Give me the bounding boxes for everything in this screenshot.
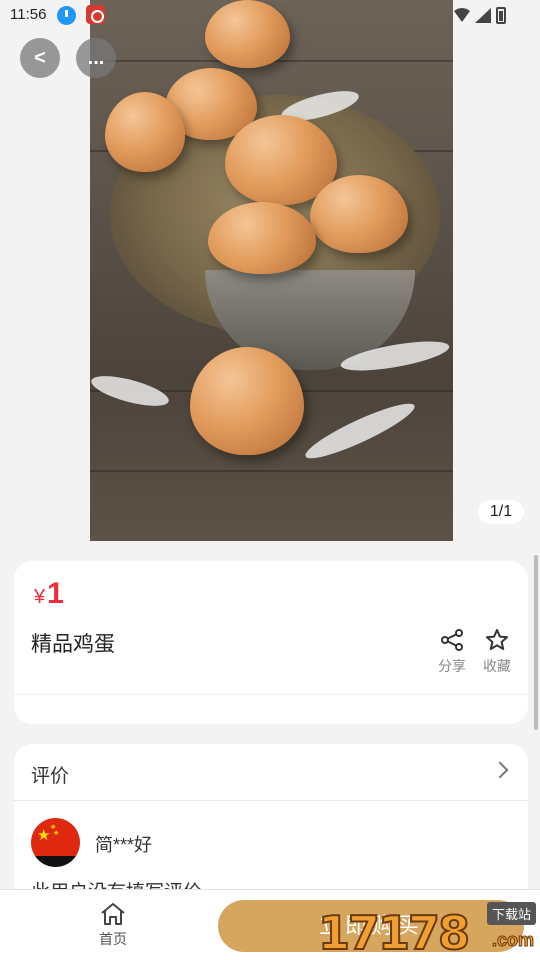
signal-icon xyxy=(475,7,491,23)
watermark-suffix: .com xyxy=(491,930,534,951)
more-options-button[interactable]: ... xyxy=(76,38,116,78)
app-notification-icon xyxy=(86,5,105,24)
wifi-icon xyxy=(454,8,470,22)
favorite-button[interactable]: 收藏 xyxy=(477,628,517,676)
product-info-card: ¥1 精品鸡蛋 分享 收藏 xyxy=(14,561,528,724)
divider xyxy=(14,694,528,695)
watermark-tag: 下载站 xyxy=(486,902,536,925)
status-time: 11:56 xyxy=(10,6,47,23)
product-gallery[interactable]: 1/1 xyxy=(0,0,540,541)
price-value: 1 xyxy=(47,577,64,610)
home-tab[interactable]: 首页 xyxy=(90,902,136,949)
share-label: 分享 xyxy=(438,658,466,674)
reviewer-name: 简***好 xyxy=(95,835,153,855)
watermark-digits: 17178 xyxy=(317,905,471,960)
home-label: 首页 xyxy=(99,931,127,947)
home-icon xyxy=(101,903,125,925)
product-photo-eggs xyxy=(90,0,453,541)
review-header[interactable]: 评价 xyxy=(14,744,528,801)
battery-icon xyxy=(496,6,506,24)
avatar: ★ ★ ★ xyxy=(31,818,80,867)
review-section-title: 评价 xyxy=(31,766,70,787)
star-icon xyxy=(486,629,508,650)
image-page-indicator: 1/1 xyxy=(478,500,524,524)
share-icon xyxy=(441,629,463,651)
scrollbar[interactable] xyxy=(534,555,538,730)
product-price: ¥1 xyxy=(34,577,64,611)
download-notification-icon xyxy=(57,6,76,25)
favorite-label: 收藏 xyxy=(483,658,511,674)
chevron-right-icon xyxy=(491,761,509,779)
currency-symbol: ¥ xyxy=(34,586,46,608)
status-bar: 11:56 xyxy=(0,0,540,30)
share-button[interactable]: 分享 xyxy=(432,628,472,676)
watermark-logo: 17178 .com 下载站 xyxy=(316,900,538,960)
product-title: 精品鸡蛋 xyxy=(31,633,115,656)
back-button[interactable]: < xyxy=(20,38,60,78)
